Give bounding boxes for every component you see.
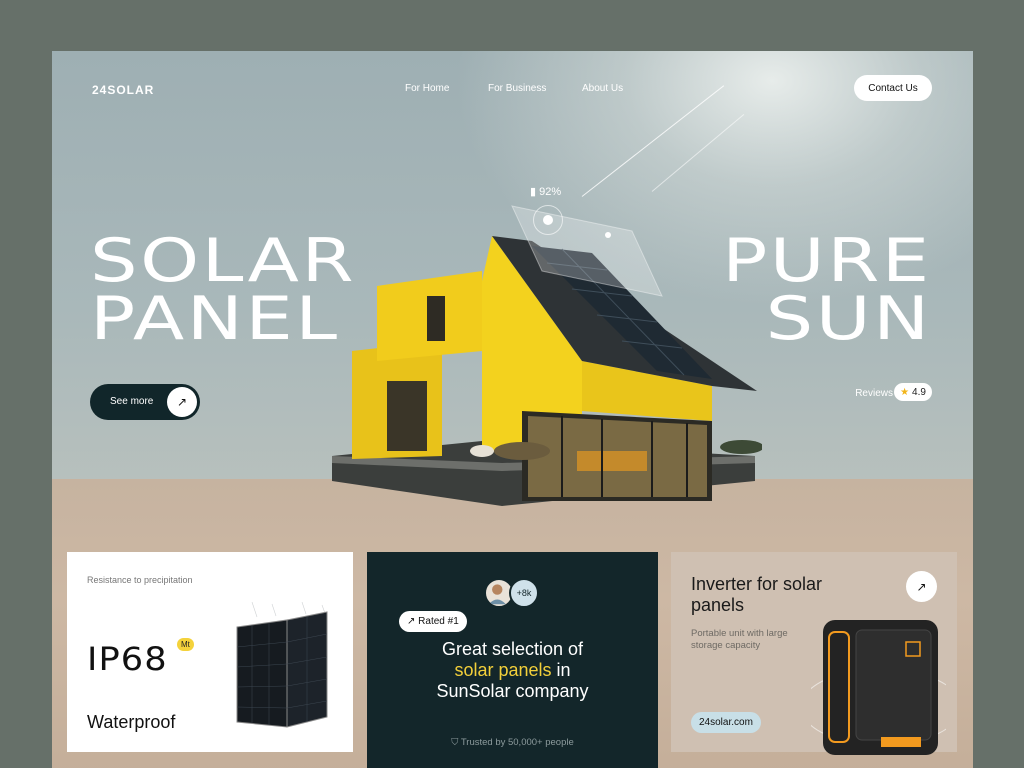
selection-title-in: in: [551, 660, 571, 680]
see-more-button[interactable]: See more ↗: [90, 384, 200, 420]
rating-badge[interactable]: ★ 4.9: [894, 383, 932, 401]
selection-card: +8k ↗ Rated #1 Great selection of solar …: [367, 552, 658, 768]
battery-icon: ▮: [530, 186, 537, 198]
contact-us-button[interactable]: Contact Us: [854, 75, 932, 101]
shield-icon: ⛉: [451, 737, 459, 748]
selection-title-line1: Great selection of: [441, 639, 584, 659]
selection-title-line3: SunSolar company: [436, 681, 589, 701]
avatar-more-count: +8k: [509, 578, 539, 608]
solar-house-illustration: [332, 205, 762, 506]
solar-panels-image: [236, 602, 328, 728]
star-icon: ★: [900, 386, 910, 398]
page-frame: 24SOLAR For Home For Business About Us C…: [52, 51, 973, 768]
panel-left: [236, 619, 288, 728]
selection-title: Great selection of solar panels in SunSo…: [367, 639, 658, 702]
arrow-up-right-icon[interactable]: ↗: [906, 571, 937, 602]
bush: [720, 440, 762, 454]
rating-value: 4.9: [912, 386, 926, 398]
highlight-solar-panels: solar panels: [454, 660, 552, 680]
see-more-label: See more: [110, 396, 154, 407]
trusted-label: Trusted by 50,000+ people: [460, 737, 574, 748]
hotspot-small-dot[interactable]: [605, 232, 611, 238]
waterproof-label: Waterproof: [87, 712, 176, 732]
hero-title-left: SOLAR PANEL: [90, 226, 357, 354]
inverter-title: Inverter for solar panels: [691, 574, 822, 616]
inverter-title-line2: panels: [691, 595, 745, 615]
rated-label: Rated #1: [418, 616, 459, 627]
hero-line-solar: SOLAR: [90, 226, 357, 296]
nav-for-business[interactable]: For Business: [488, 83, 546, 94]
reviews-label[interactable]: Reviews: [855, 388, 893, 399]
inverter-card[interactable]: Inverter for solar panels Portable unit …: [671, 552, 957, 755]
house-upper-window: [427, 296, 445, 341]
ip-rating: IP68: [87, 640, 168, 678]
hotspot-dot[interactable]: [543, 215, 553, 225]
inverter-image: [811, 620, 946, 755]
hero-line-panel: PANEL: [90, 284, 340, 354]
inverter-title-line1: Inverter for solar: [691, 574, 823, 594]
inverter-subtitle: Portable unit with large storage capacit…: [691, 628, 788, 651]
arrow-up-right-icon: ↗: [167, 387, 197, 417]
inverter-url[interactable]: 24solar.com: [691, 712, 761, 733]
bush: [494, 442, 550, 460]
ip-badge: Mt: [177, 638, 194, 651]
garden-chair: [470, 445, 494, 457]
inverter-base-light: [881, 737, 921, 747]
house-left-window: [387, 381, 427, 451]
nav-about-us[interactable]: About Us: [582, 83, 623, 94]
rated-badge: ↗ Rated #1: [399, 611, 467, 632]
trend-arrow-icon: ↗: [407, 616, 416, 627]
selection-title-line2: solar panels in: [367, 660, 658, 681]
waterproof-card: Resistance to precipitation IP68 Mt Wate…: [67, 552, 353, 752]
battery-percent: 92%: [539, 186, 562, 198]
battery-indicator: ▮ 92%: [530, 185, 561, 198]
nav-for-home[interactable]: For Home: [405, 83, 449, 94]
waterproof-caption: Resistance to precipitation: [87, 575, 193, 585]
trusted-by-text: ⛉ Trusted by 50,000+ people: [367, 737, 658, 748]
house-interior-sofa: [577, 451, 647, 471]
logo[interactable]: 24SOLAR: [92, 83, 154, 97]
